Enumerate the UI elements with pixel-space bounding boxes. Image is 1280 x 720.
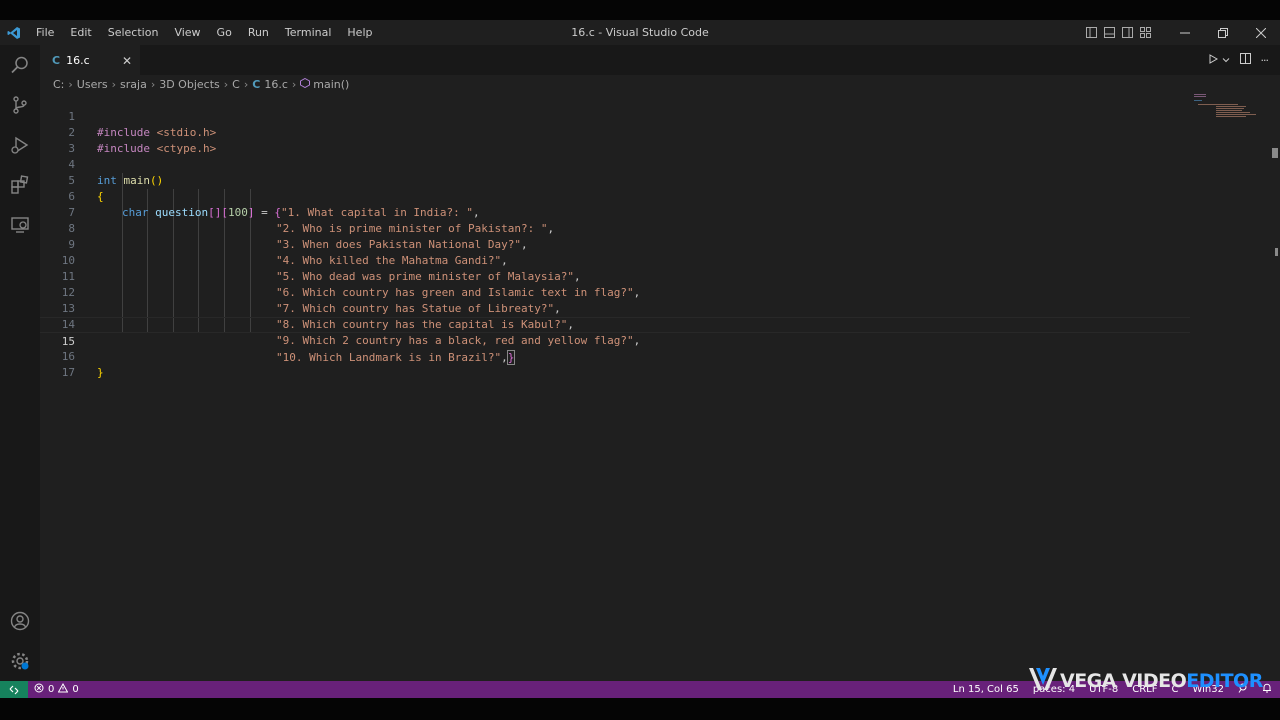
- code-line: 13 "8. Which country has the capital is …: [40, 285, 1190, 331]
- tab-16c[interactable]: C 16.c ✕: [40, 45, 140, 75]
- line-number: 17: [61, 366, 75, 379]
- menu-view[interactable]: View: [166, 20, 208, 45]
- activity-bar: [0, 45, 40, 681]
- breadcrumb: C: › Users › sraja › 3D Objects › C › C …: [40, 75, 1280, 93]
- code-text: }: [97, 365, 104, 381]
- menu-help[interactable]: Help: [339, 20, 380, 45]
- cursor-position[interactable]: Ln 15, Col 65: [953, 684, 1019, 695]
- breadcrumb-item[interactable]: C: [232, 78, 240, 91]
- bottom-black-bar: [0, 698, 1280, 720]
- code-line: 9 "4. Who killed the Mahatma Gandi?",: [40, 221, 1190, 267]
- code-line: 10 "5. Who dead was prime minister of Ma…: [40, 237, 1190, 283]
- remote-indicator-icon[interactable]: [0, 681, 28, 698]
- brace-close: }: [97, 366, 104, 379]
- problems-indicator[interactable]: 0 0: [34, 682, 79, 696]
- manage-gear-icon[interactable]: [0, 641, 40, 681]
- code-line: 4 int main(): [40, 141, 1190, 187]
- scrollbar-marker[interactable]: [1272, 148, 1278, 158]
- breadcrumb-item[interactable]: 3D Objects: [159, 78, 220, 91]
- code-line: 1 #include <stdio.h>: [40, 93, 1190, 139]
- breadcrumb-separator-icon: ›: [291, 77, 297, 91]
- editor-actions: ···: [1208, 45, 1269, 75]
- warning-count: 0: [72, 684, 79, 695]
- code-line: 8 "3. When does Pakistan National Day?",: [40, 205, 1190, 251]
- warning-icon: [58, 682, 69, 696]
- breadcrumb-c-file-icon: C: [252, 77, 261, 91]
- watermark-v-logo-icon: [1028, 666, 1058, 697]
- close-window-button[interactable]: [1242, 20, 1280, 45]
- title-bar: File Edit Selection View Go Run Terminal…: [0, 20, 1280, 45]
- breadcrumb-item[interactable]: sraja: [120, 78, 147, 91]
- remote-explorer-icon[interactable]: [0, 205, 40, 245]
- function-symbol-icon: [300, 77, 311, 91]
- run-debug-icon[interactable]: [0, 125, 40, 165]
- code-line: 14 "9. Which 2 country has a black, red …: [40, 301, 1190, 347]
- breadcrumb-symbol[interactable]: main(): [313, 78, 349, 91]
- code-line-current: 15 "10. Which Landmark is in Brazil?",}: [40, 317, 1190, 365]
- error-count: 0: [48, 684, 55, 695]
- code-line: 11 "6. Which country has green and Islam…: [40, 253, 1190, 299]
- restore-button[interactable]: [1204, 20, 1242, 45]
- menu-edit[interactable]: Edit: [62, 20, 99, 45]
- code-line: 5 {: [40, 157, 1190, 203]
- menu-bar: File Edit Selection View Go Run Terminal…: [28, 20, 380, 45]
- notifications-bell-icon[interactable]: [1262, 683, 1272, 696]
- run-dropdown-chevron-down-icon[interactable]: [1222, 54, 1230, 67]
- c-file-icon: C: [52, 54, 61, 67]
- code-line: 7 "2. Who is prime minister of Pakistan?…: [40, 189, 1190, 235]
- breadcrumb-file[interactable]: 16.c: [264, 78, 288, 91]
- menu-run[interactable]: Run: [240, 20, 277, 45]
- editor-tabs: C 16.c ✕ ···: [40, 45, 1280, 75]
- breadcrumb-item[interactable]: Users: [77, 78, 108, 91]
- vscode-logo-icon: [0, 20, 28, 45]
- toggle-panel-icon[interactable]: [1100, 20, 1118, 45]
- title-right-controls: [1082, 20, 1280, 45]
- customize-layout-icon[interactable]: [1136, 20, 1154, 45]
- menu-selection[interactable]: Selection: [100, 20, 167, 45]
- explorer-search-icon[interactable]: [0, 45, 40, 85]
- code-line: 16 }: [40, 333, 1190, 379]
- minimize-button[interactable]: [1166, 20, 1204, 45]
- watermark-text-accent: EDITOR: [1186, 670, 1263, 692]
- menu-file[interactable]: File: [28, 20, 62, 45]
- watermark-text: VEGA VIDEO: [1060, 670, 1187, 692]
- breadcrumb-separator-icon: ›: [68, 77, 73, 91]
- code-line: 2 #include <ctype.h>: [40, 109, 1190, 155]
- source-control-icon[interactable]: [0, 85, 40, 125]
- breadcrumb-separator-icon: ›: [111, 77, 117, 91]
- split-editor-icon[interactable]: [1239, 53, 1251, 67]
- code-line: 17: [40, 349, 1190, 379]
- menu-terminal[interactable]: Terminal: [277, 20, 340, 45]
- top-black-bar: [0, 0, 1280, 20]
- toggle-secondary-sidebar-icon[interactable]: [1118, 20, 1136, 45]
- code-line: 12 "7. Which country has Statue of Libre…: [40, 269, 1190, 315]
- toggle-sidebar-icon[interactable]: [1082, 20, 1100, 45]
- error-icon: [34, 683, 44, 696]
- menu-go[interactable]: Go: [209, 20, 240, 45]
- more-actions-icon[interactable]: ···: [1261, 54, 1269, 67]
- breadcrumb-separator-icon: ›: [243, 77, 249, 91]
- video-editor-watermark: VEGA VIDEO EDITOR: [1028, 666, 1263, 696]
- breadcrumb-separator-icon: ›: [150, 77, 156, 91]
- tab-label: 16.c: [66, 54, 90, 67]
- breadcrumb-item[interactable]: C:: [53, 78, 64, 91]
- scrollbar-marker[interactable]: [1275, 248, 1278, 256]
- tab-close-icon[interactable]: ✕: [122, 54, 132, 68]
- run-file-icon[interactable]: [1208, 53, 1218, 67]
- code-line: 6 char question[][100] = {"1. What capit…: [40, 173, 1190, 219]
- code-editor[interactable]: 1 #include <stdio.h> 2 #include <ctype.h…: [40, 93, 1280, 681]
- code-line: 3: [40, 125, 1190, 155]
- accounts-icon[interactable]: [0, 601, 40, 641]
- breadcrumb-separator-icon: ›: [223, 77, 229, 91]
- extensions-icon[interactable]: [0, 165, 40, 205]
- minimap[interactable]: [1194, 93, 1266, 123]
